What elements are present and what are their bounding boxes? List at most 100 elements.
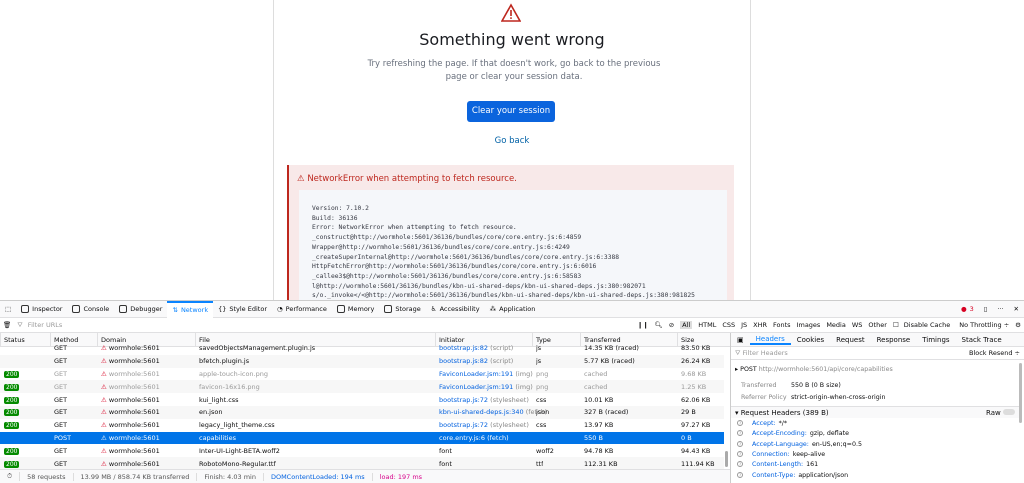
cell-size: 62.06 KB — [681, 395, 711, 404]
clear-session-button[interactable]: Clear your session — [467, 101, 555, 122]
disable-cache-checkbox[interactable]: ☐ Disable Cache — [893, 321, 953, 329]
cell-init: bootstrap.js:82 (script) — [439, 357, 514, 366]
tab-console[interactable]: Console — [67, 301, 114, 318]
tab-timings[interactable]: Timings — [916, 336, 955, 344]
cell-size: 1.25 KB — [681, 382, 707, 391]
settings-gear-icon[interactable]: ⚙ — [1015, 321, 1021, 329]
throttling-select[interactable]: No Throttling ÷ — [959, 321, 1009, 329]
filter-other[interactable]: Other — [868, 321, 886, 329]
table-row[interactable]: 200 GET ⚠ wormhole:5601 favicon-16x16.png Fa… — [0, 380, 724, 394]
transferred-total: 13.99 MB / 858.74 KB transferred — [74, 472, 198, 481]
filter-all[interactable]: All — [680, 321, 693, 329]
request-headers-section[interactable]: ▾ Request Headers (389 B) Raw — [731, 406, 1019, 418]
resend-button[interactable]: Resend ÷ — [989, 349, 1020, 357]
cell-size: 97.27 KB — [681, 421, 711, 430]
go-back-link[interactable]: Go back — [274, 136, 750, 146]
table-row[interactable]: GET ⚠ wormhole:5601 savedObjectsManagement… — [0, 342, 724, 355]
raw-toggle[interactable]: Raw — [986, 409, 1015, 417]
cell-file: apple-touch-icon.png — [199, 369, 268, 378]
table-row[interactable]: 200 GET ⚠ wormhole:5601 Inter-UI-Light-BETA… — [0, 444, 724, 457]
insecure-icon: ⚠ — [101, 357, 109, 366]
tab-style-editor[interactable]: {} Style Editor — [213, 301, 272, 318]
table-row[interactable]: 200 GET ⚠ wormhole:5601 RobotoMono-Regular.… — [0, 457, 724, 469]
error-title: NetworkError when attempting to fetch re… — [307, 174, 517, 184]
cell-init: bootstrap.js:72 (stylesheet) — [439, 421, 529, 430]
toggle-panel-icon[interactable]: ▣ — [731, 336, 750, 344]
block-icon[interactable]: ⊘ — [669, 321, 674, 329]
details-scrollbar[interactable] — [1019, 363, 1022, 423]
tab-network[interactable]: ⇅ Network — [167, 300, 214, 318]
tab-request[interactable]: Request — [830, 336, 870, 344]
filter-js[interactable]: JS — [741, 321, 747, 329]
status-badge: 200 — [4, 383, 20, 391]
cell-method: GET — [54, 369, 68, 378]
cell-method: GET — [54, 382, 68, 391]
tab-storage[interactable]: Storage — [379, 301, 425, 318]
tab-application[interactable]: ⁂ Application — [485, 301, 541, 318]
pick-element-icon[interactable]: ⬚ — [0, 301, 16, 318]
request-header-row: ? Accept-Language: en-US,en;q=0.5 — [737, 440, 862, 448]
tab-performance[interactable]: ◔ Performance — [272, 301, 332, 318]
insecure-icon: ⚠ — [101, 382, 109, 391]
table-row[interactable]: 200 GET ⚠ wormhole:5601 en.json kbn-ui-share… — [0, 406, 724, 419]
request-summary[interactable]: ▸ POST http://wormhole:5601/api/core/cap… — [735, 366, 893, 373]
cell-size: 111.94 KB — [681, 459, 715, 468]
cell-size: 9.68 KB — [681, 369, 707, 378]
filter-xhr[interactable]: XHR — [753, 321, 767, 329]
pause-icon[interactable]: ❙❙ — [638, 321, 649, 329]
search-icon[interactable]: 🔍︎ — [654, 321, 662, 329]
help-icon[interactable]: ? — [737, 461, 743, 468]
table-row[interactable]: GET ⚠ wormhole:5601 bfetch.plugin.js bootst… — [0, 354, 724, 368]
filter-css[interactable]: CSS — [722, 321, 735, 329]
cell-method: POST — [54, 433, 72, 442]
table-scrollbar[interactable] — [725, 451, 728, 467]
cell-type: css — [536, 395, 547, 404]
error-count[interactable]: ● 3 — [956, 301, 979, 318]
table-row[interactable]: POST ⚠ wormhole:5601 capabilities core.entr… — [0, 431, 724, 445]
tab-response[interactable]: Response — [871, 336, 917, 344]
request-count: 58 requests — [20, 472, 74, 481]
tab-headers[interactable]: Headers — [749, 335, 791, 345]
help-icon[interactable]: ? — [737, 420, 743, 426]
filter-fonts[interactable]: Fonts — [773, 321, 791, 329]
filter-images[interactable]: Images — [797, 321, 821, 329]
insecure-icon: ⚠ — [101, 369, 109, 378]
help-icon[interactable]: ? — [737, 430, 743, 437]
insecure-icon: ⚠ — [101, 395, 109, 404]
transferred-value: 550 B (0 B size) — [791, 382, 841, 389]
tab-debugger[interactable]: Debugger — [114, 301, 167, 318]
responsive-design-icon[interactable]: ▯ — [979, 301, 993, 318]
cell-init: bootstrap.js:82 (script) — [439, 344, 514, 353]
tab-inspector[interactable]: Inspector — [16, 301, 67, 318]
block-button[interactable]: Block — [969, 349, 987, 357]
tab-accessibility[interactable]: ♿ Accessibility — [426, 301, 485, 318]
cell-size: 0 B — [681, 433, 692, 442]
help-icon[interactable]: ? — [737, 450, 743, 457]
tab-cookies[interactable]: Cookies — [791, 336, 830, 344]
help-icon[interactable]: ? — [737, 471, 743, 478]
table-row[interactable]: 200 GET ⚠ wormhole:5601 legacy_light_theme.… — [0, 419, 724, 432]
filter-html[interactable]: HTML — [698, 321, 716, 329]
finish-time: Finish: 4.03 min — [197, 472, 264, 481]
status-badge: 200 — [4, 396, 20, 404]
filter-urls-input[interactable]: ⛛ Filter URLs — [17, 321, 65, 330]
clear-trash-icon[interactable]: 🗑 — [3, 321, 11, 329]
filter-ws[interactable]: WS — [852, 321, 863, 329]
more-options-icon[interactable]: ··· — [992, 301, 1008, 318]
tab-memory[interactable]: Memory — [332, 301, 379, 318]
request-header-row: ? Connection: keep-alive — [737, 450, 826, 458]
cell-domain: ⚠ wormhole:5601 — [101, 459, 160, 468]
table-row[interactable]: 200 GET ⚠ wormhole:5601 kui_light.css bootst… — [0, 393, 724, 406]
referrer-label: Referrer Policy — [741, 394, 787, 401]
cell-type: css — [536, 421, 547, 430]
table-row[interactable]: 200 GET ⚠ wormhole:5601 apple-touch-icon.pn… — [0, 368, 724, 381]
insecure-icon: ⚠ — [101, 433, 109, 442]
filter-media[interactable]: Media — [826, 321, 846, 329]
cell-method: GET — [54, 357, 68, 366]
tab-stack-trace[interactable]: Stack Trace — [956, 336, 1008, 344]
cell-file: savedObjectsManagement.plugin.js — [199, 344, 316, 353]
cell-init: core.entry.js:6 (fetch) — [439, 433, 509, 442]
close-icon[interactable]: ✕ — [1009, 301, 1024, 318]
help-icon[interactable]: ? — [737, 440, 743, 447]
filter-headers-input[interactable]: ⛛ Filter Headers — [735, 349, 788, 358]
